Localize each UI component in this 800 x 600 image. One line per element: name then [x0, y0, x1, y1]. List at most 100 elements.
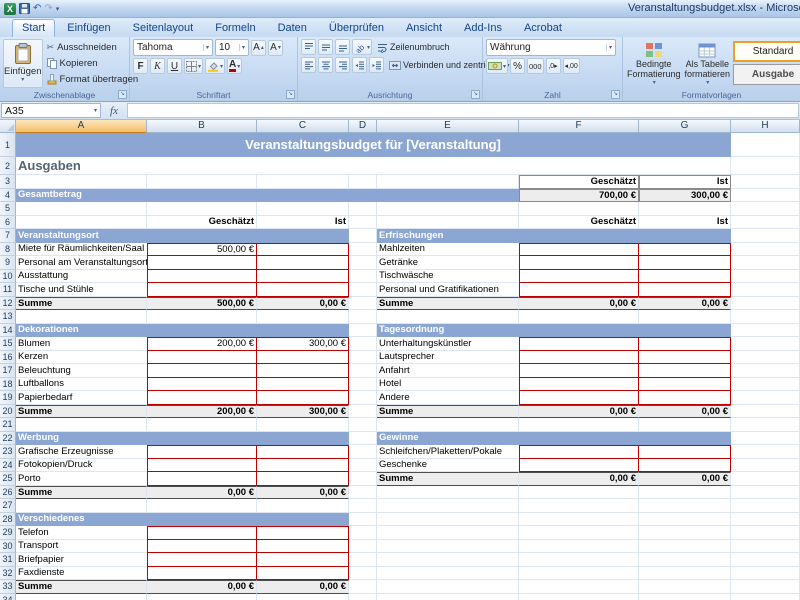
increase-decimal-button[interactable]: ,0▸ — [546, 58, 561, 74]
cell-style-ausgabe[interactable]: Ausgabe — [733, 64, 800, 85]
row-header-30[interactable]: 30 — [0, 540, 16, 554]
cell-G31[interactable] — [639, 553, 731, 567]
cell-E3[interactable] — [377, 175, 519, 189]
cell-F17[interactable] — [519, 364, 639, 378]
cell-G21[interactable] — [639, 418, 731, 432]
orientation-button[interactable]: ab▾ — [352, 39, 372, 55]
cell-B24[interactable] — [147, 459, 257, 473]
row-header-25[interactable]: 25 — [0, 472, 16, 486]
cell-H12[interactable] — [731, 297, 800, 311]
cell-A32[interactable]: Faxdienste — [16, 567, 147, 581]
cell-C19[interactable] — [257, 391, 349, 405]
cell-E12[interactable]: Summe — [377, 297, 519, 311]
cell-H9[interactable] — [731, 256, 800, 270]
tab-daten[interactable]: Daten — [268, 19, 317, 37]
cell-H16[interactable] — [731, 351, 800, 365]
cell-B13[interactable] — [147, 310, 257, 324]
cell-H4[interactable] — [731, 189, 800, 203]
cell-G17[interactable] — [639, 364, 731, 378]
cell-E22[interactable]: Gewinne — [377, 432, 731, 446]
cell-A28[interactable]: Verschiedenes — [16, 513, 349, 527]
cell-E29[interactable] — [377, 526, 519, 540]
cell-G34[interactable] — [639, 594, 731, 600]
format-as-table-button[interactable]: Als Tabelle formatieren ▾ — [684, 39, 732, 88]
cell-E26[interactable] — [377, 486, 519, 500]
cell-A30[interactable]: Transport — [16, 540, 147, 554]
cell-E17[interactable]: Anfahrt — [377, 364, 519, 378]
cell-H3[interactable] — [731, 175, 800, 189]
cell-G26[interactable] — [639, 486, 731, 500]
cell-E31[interactable] — [377, 553, 519, 567]
cell-F15[interactable] — [519, 337, 639, 351]
cell-F26[interactable] — [519, 486, 639, 500]
increase-indent-button[interactable] — [369, 57, 384, 73]
cell-F19[interactable] — [519, 391, 639, 405]
cell-A24[interactable]: Fotokopien/Druck — [16, 459, 147, 473]
percent-style-button[interactable]: % — [510, 58, 525, 74]
cell-D11[interactable] — [349, 283, 377, 297]
cell-D8[interactable] — [349, 243, 377, 257]
row-header-9[interactable]: 9 — [0, 256, 16, 270]
cell-G6[interactable]: Ist — [639, 216, 731, 230]
cell-A8[interactable]: Miete für Räumlichkeiten/Saal — [16, 243, 147, 257]
cell-F12[interactable]: 0,00 € — [519, 297, 639, 311]
cell-A9[interactable]: Personal am Veranstaltungsort — [16, 256, 147, 270]
row-header-34[interactable]: 34 — [0, 594, 16, 600]
cell-C27[interactable] — [257, 499, 349, 513]
cell-A17[interactable]: Beleuchtung — [16, 364, 147, 378]
cell-B16[interactable] — [147, 351, 257, 365]
row-header-19[interactable]: 19 — [0, 391, 16, 405]
cell-F4[interactable]: 700,00 € — [519, 189, 639, 203]
cell-B6[interactable]: Geschätzt — [147, 216, 257, 230]
row-header-24[interactable]: 24 — [0, 459, 16, 473]
decrease-indent-button[interactable] — [352, 57, 367, 73]
shrink-font-button[interactable]: A▾ — [268, 40, 283, 56]
cell-B19[interactable] — [147, 391, 257, 405]
cell-C26[interactable]: 0,00 € — [257, 486, 349, 500]
cell-F20[interactable]: 0,00 € — [519, 405, 639, 419]
cell-A12[interactable]: Summe — [16, 297, 147, 311]
cell-H2[interactable] — [731, 157, 800, 175]
cell-B15[interactable]: 200,00 € — [147, 337, 257, 351]
cell-A23[interactable]: Grafische Erzeugnisse — [16, 445, 147, 459]
cell-B5[interactable] — [147, 202, 257, 216]
cell-D31[interactable] — [349, 553, 377, 567]
cell-D13[interactable] — [349, 310, 377, 324]
cell-H32[interactable] — [731, 567, 800, 581]
cell-E15[interactable]: Unterhaltungskünstler — [377, 337, 519, 351]
cell-A5[interactable] — [16, 202, 147, 216]
cell-H27[interactable] — [731, 499, 800, 513]
cell-E10[interactable]: Tischwäsche — [377, 270, 519, 284]
select-all-corner[interactable] — [0, 120, 16, 133]
cell-G12[interactable]: 0,00 € — [639, 297, 731, 311]
cell-A1[interactable]: Veranstaltungsbudget für [Veranstaltung] — [16, 133, 731, 157]
alignment-dialog-launcher[interactable]: ↘ — [471, 90, 480, 99]
cell-F23[interactable] — [519, 445, 639, 459]
cell-B10[interactable] — [147, 270, 257, 284]
column-header-B[interactable]: B — [147, 120, 257, 133]
italic-button[interactable]: K — [150, 58, 165, 74]
cell-H23[interactable] — [731, 445, 800, 459]
cell-D22[interactable] — [349, 432, 377, 446]
cell-E11[interactable]: Personal und Gratifikationen — [377, 283, 519, 297]
tab-ansicht[interactable]: Ansicht — [396, 19, 452, 37]
cell-A3[interactable] — [16, 175, 147, 189]
cell-H22[interactable] — [731, 432, 800, 446]
cell-D14[interactable] — [349, 324, 377, 338]
cell-H21[interactable] — [731, 418, 800, 432]
tab-seitenlayout[interactable]: Seitenlayout — [123, 19, 204, 37]
cell-D28[interactable] — [349, 513, 377, 527]
align-left-button[interactable] — [301, 57, 316, 73]
cell-D18[interactable] — [349, 378, 377, 392]
cell-E21[interactable] — [377, 418, 519, 432]
clipboard-dialog-launcher[interactable]: ↘ — [118, 90, 127, 99]
cell-G33[interactable] — [639, 580, 731, 594]
font-size-combo[interactable]: 10▾ — [215, 39, 249, 56]
name-box[interactable]: A35▾ — [1, 103, 101, 118]
cell-H14[interactable] — [731, 324, 800, 338]
cell-C21[interactable] — [257, 418, 349, 432]
cell-E5[interactable] — [377, 202, 519, 216]
row-header-28[interactable]: 28 — [0, 513, 16, 527]
row-header-16[interactable]: 16 — [0, 351, 16, 365]
cell-E23[interactable]: Schleifchen/Plaketten/Pokale — [377, 445, 519, 459]
